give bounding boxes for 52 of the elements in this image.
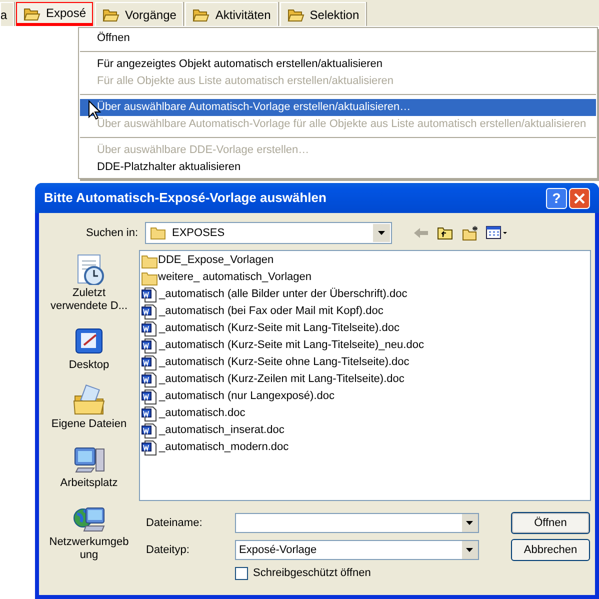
read-only-checkbox[interactable]	[235, 566, 248, 580]
places-bar-item[interactable]: Netzwerkumgebung	[41, 502, 137, 562]
file-list-item[interactable]: _automatisch (nur Langexposé).doc	[141, 388, 590, 405]
places-bar-item[interactable]: Arbeitsplatz	[41, 443, 137, 490]
file-list-item[interactable]: _automatisch_inserat.doc	[141, 422, 590, 439]
file-type-dropdown[interactable]: Exposé-Vorlage	[235, 540, 479, 560]
menu-item[interactable]: Öffnen	[80, 30, 596, 47]
toolbar-tab[interactable]: Exposé	[16, 2, 94, 26]
places-bar-item[interactable]: Zuletzt verwendete D...	[41, 253, 137, 313]
open-button[interactable]: Öffnen	[511, 512, 590, 534]
menu-item[interactable]: Über auswählbare Automatisch-Vorlage erstellen/aktualisieren…	[80, 99, 596, 116]
folder-icon	[150, 226, 166, 240]
toolbar-tab[interactable]: Aktivitäten	[185, 2, 278, 26]
look-in-value: EXPOSES	[172, 226, 226, 241]
close-icon[interactable]	[569, 188, 590, 208]
file-list-item[interactable]: _automatisch (Kurz-Seite mit Lang-Titelseite).doc	[141, 320, 590, 337]
places-bar-item[interactable]: Desktop	[41, 325, 137, 372]
folder-icon	[23, 6, 41, 20]
places-bar-item[interactable]: Eigene Dateien	[41, 384, 137, 431]
toolbar-tab[interactable]: a	[0, 2, 14, 26]
view-menu-icon[interactable]	[486, 226, 508, 240]
folder-icon	[141, 252, 158, 268]
file-list-item[interactable]: weitere_ automatisch_Vorlagen	[141, 269, 590, 286]
file-type-label: Dateityp:	[145, 542, 190, 558]
folder-icon	[286, 7, 305, 22]
file-type-value: Exposé-Vorlage	[238, 542, 318, 558]
menu-item[interactable]: DDE-Platzhalter aktualisieren	[80, 159, 596, 176]
folder-icon	[102, 7, 120, 22]
file-list-item[interactable]: _automatisch.doc	[141, 405, 590, 422]
file-name-field[interactable]	[235, 513, 479, 533]
folder-document-icon	[72, 384, 106, 416]
file-list-item[interactable]: _automatisch (Kurz-Seite ohne Lang-Titelseite).doc	[141, 354, 590, 371]
toolbar-tab[interactable]: Selektion	[280, 2, 366, 26]
new-folder-icon[interactable]	[462, 226, 479, 240]
folder-icon	[141, 270, 158, 286]
menu-item[interactable]: Für angezeigtes Objekt automatisch erstellen/aktualisieren	[80, 56, 596, 73]
toolbar-tab[interactable]: Vorgänge	[95, 2, 184, 26]
read-only-label: Schreibgeschützt öffnen	[253, 566, 371, 581]
file-list-item[interactable]: _automatisch (Kurz-Zeilen mit Lang-Titelseite).doc	[141, 371, 590, 388]
file-name-label: Dateiname:	[145, 516, 204, 531]
folder-icon	[192, 7, 210, 22]
file-list-item[interactable]: _automatisch (Kurz-Seite mit Lang-Titelseite)_neu.doc	[141, 337, 590, 354]
up-folder-icon[interactable]	[437, 226, 453, 240]
file-list-item[interactable]: _automatisch_modern.doc	[141, 439, 590, 456]
cancel-button[interactable]: Abbrechen	[511, 539, 590, 561]
help-button[interactable]: ?	[546, 188, 567, 208]
look-in-dropdown[interactable]: EXPOSES	[145, 222, 392, 244]
file-list-item[interactable]: DDE_Expose_Vorlagen	[141, 252, 590, 269]
look-in-label: Suchen in:	[85, 226, 139, 241]
file-list-item[interactable]: _automatisch (alle Bilder unter der Überschrift).doc	[141, 286, 590, 303]
file-list-item[interactable]: _automatisch (bei Fax oder Mail mit Kopf).doc	[141, 303, 590, 320]
window-title: Bitte Automatisch-Exposé-Vorlage auswählen	[44, 189, 328, 208]
